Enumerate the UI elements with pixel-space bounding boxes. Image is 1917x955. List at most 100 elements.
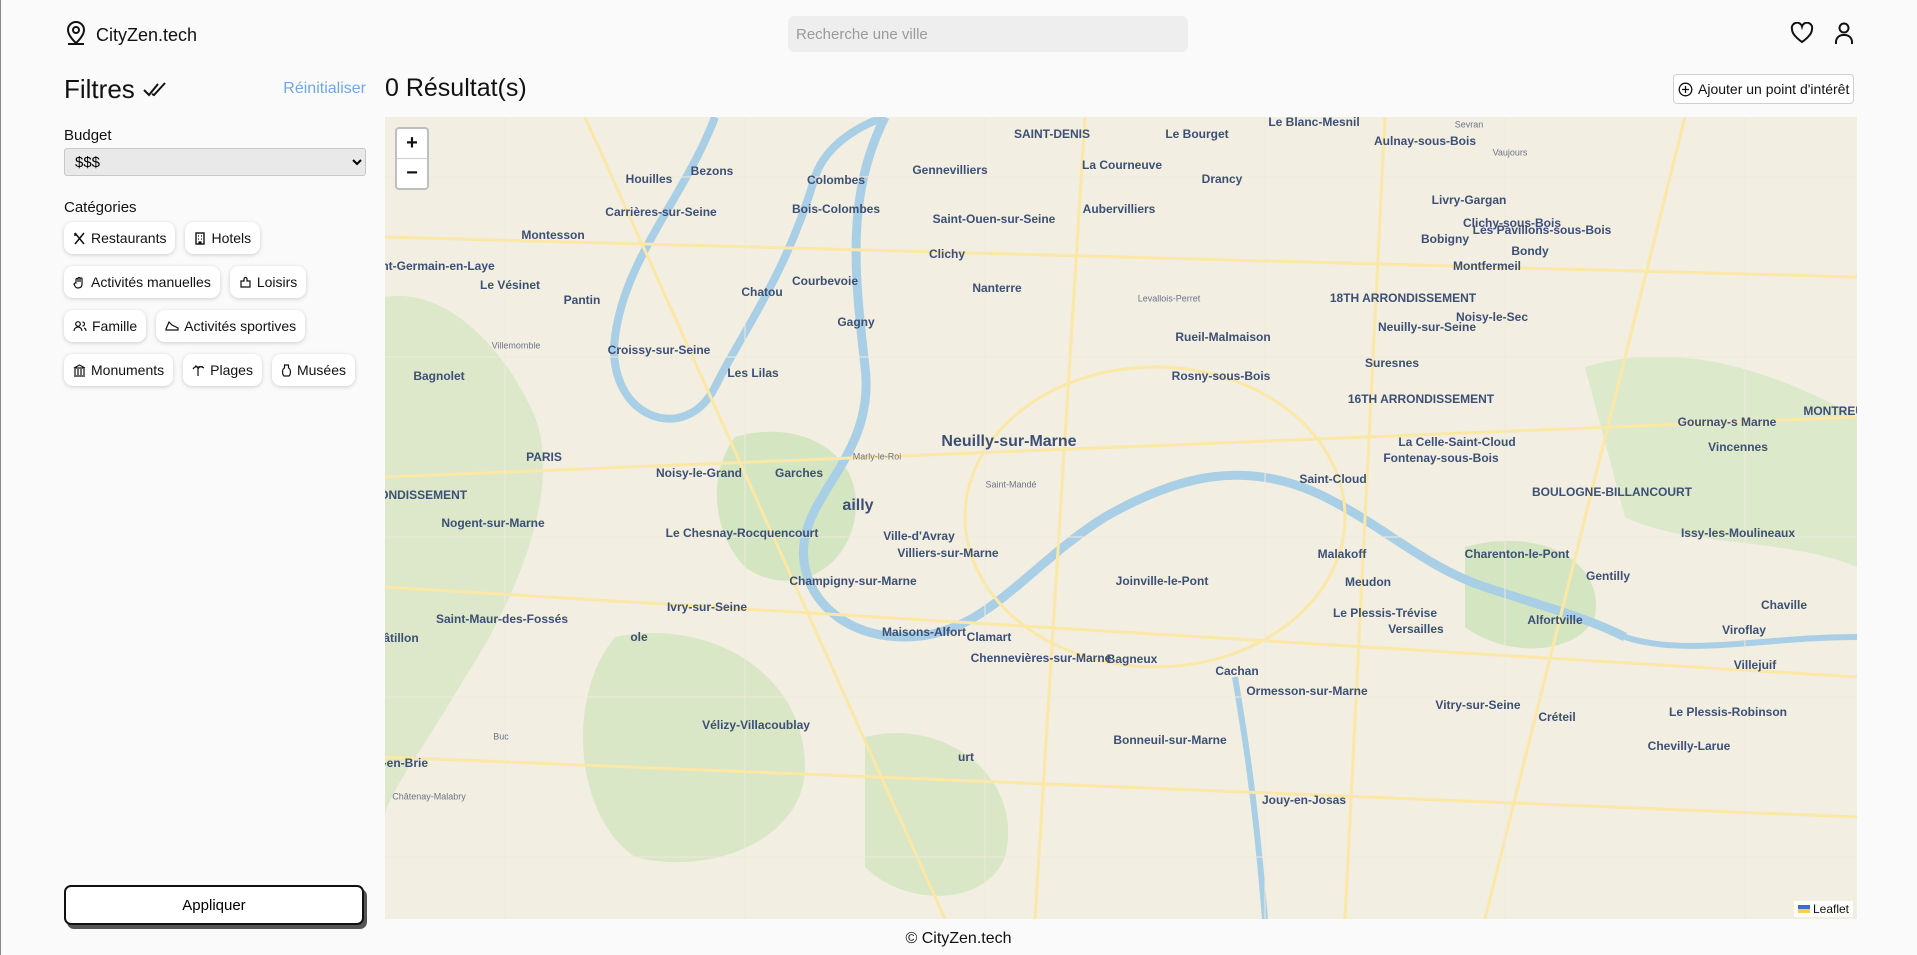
header-actions	[1789, 20, 1857, 46]
map-place-label: Ville-d'Avray	[883, 529, 955, 543]
user-icon[interactable]	[1831, 20, 1857, 46]
map-place-label: Jouy-en-Josas	[1261, 793, 1347, 807]
map-place-label: Maisons-Alfort	[882, 625, 966, 639]
map-place-label: Bagnolet	[413, 369, 465, 383]
map-place-label: Gentilly	[1585, 569, 1631, 583]
map-place-label: La Celle-Saint-Cloud	[1398, 435, 1516, 449]
footer-copyright: © CityZen.tech	[905, 930, 1012, 947]
map-place-label: Bobigny	[1421, 232, 1469, 246]
map-place-label: Suresnes	[1364, 356, 1420, 370]
map-place-label: Ormesson-sur-Marne	[1246, 684, 1368, 698]
map-place-label: Noisy-le-Grand	[655, 466, 743, 480]
map-place-label: Montesson	[521, 228, 585, 242]
chip-activites-manuelles[interactable]: Activités manuelles	[64, 266, 220, 298]
map-place-label: Aulnay-sous-Bois	[1373, 134, 1477, 148]
chip-plages[interactable]: Plages	[183, 354, 262, 386]
chip-label: Hotels	[211, 230, 252, 246]
map-place-label: Issy-les-Moulineaux	[1680, 526, 1796, 540]
palm-tree-icon	[192, 364, 205, 376]
map-place-label: Villiers-sur-Marne	[897, 546, 999, 560]
chip-activites-sportives[interactable]: Activités sportives	[156, 310, 306, 342]
map-place-label: Colombes	[806, 173, 866, 187]
chip-famille[interactable]: Famille	[64, 310, 147, 342]
map-place-label: BOULOGNE-BILLANCOURT	[1532, 485, 1692, 499]
map-place-label: Garches	[774, 466, 824, 480]
chip-label: Monuments	[91, 362, 165, 378]
map-place-label: Buc	[493, 731, 509, 742]
map-view[interactable]: + − SAINT-DENIS Le Bourget Le Blanc-Mesnil…	[385, 117, 1857, 919]
map-place-label: 18TH ARRONDISSEMENT	[1329, 291, 1477, 305]
map-place-label: Pantin	[563, 293, 601, 307]
hand-icon	[73, 276, 83, 289]
map-place-label: Ivry-sur-Seine	[666, 600, 748, 614]
zoom-control: + −	[395, 127, 429, 190]
map-place-label: Le Blanc-Mesnil	[1268, 117, 1360, 129]
map-place-label: Gournay-s Marne	[1677, 415, 1777, 429]
utensils-icon	[74, 232, 85, 244]
map-place-label: Vélizy-Villacoublay	[702, 718, 810, 732]
map-place-label: Nogent-sur-Marne	[441, 516, 545, 530]
map-place-label: Houilles	[625, 172, 673, 186]
map-place-label: Le Plessis-Trévise	[1332, 606, 1438, 620]
vase-icon	[281, 363, 292, 377]
map-place-label: Alfortville	[1527, 613, 1583, 627]
map-place-label: Bonneuil-sur-Marne	[1113, 733, 1227, 747]
results-title: 0 Résultat(s)	[385, 74, 527, 102]
map-place-label: Bois-Colombes	[791, 202, 881, 216]
map-place-label: PARIS	[526, 450, 562, 464]
map-place-label: Cachan	[1215, 664, 1259, 678]
map-place-label: Bezons	[690, 164, 734, 178]
map-place-label: Clichy-sous-Bois	[1462, 216, 1562, 230]
chip-hotels[interactable]: Hotels	[185, 222, 261, 254]
heart-icon[interactable]	[1789, 20, 1815, 46]
map-place-label: Saint-Maur-des-Fossés	[435, 612, 569, 626]
zoom-in-button[interactable]: +	[397, 129, 427, 158]
budget-select[interactable]: $$$	[64, 148, 366, 176]
map-place-label: La Courneuve	[1081, 158, 1163, 172]
map-tiles	[385, 117, 1857, 919]
chip-musees[interactable]: Musées	[271, 354, 355, 386]
map-place-label: Gennevilliers	[912, 163, 988, 177]
brand[interactable]: CityZen.tech	[64, 20, 197, 51]
map-place-label: Viroflay	[1722, 623, 1766, 637]
reset-filters-link[interactable]: Réinitialiser	[283, 80, 366, 98]
chip-monuments[interactable]: Monuments	[64, 354, 174, 386]
chip-label: Loisirs	[256, 274, 298, 290]
add-poi-button[interactable]: Ajouter un point d'intérêt	[1673, 74, 1855, 104]
map-place-label: urt	[958, 750, 974, 764]
map-place-label: Livry-Gargan	[1431, 193, 1507, 207]
brand-name: CityZen.tech	[96, 25, 198, 45]
users-icon	[73, 321, 87, 332]
map-place-label: Vaujours	[1492, 147, 1528, 158]
map-place-label: Champigny-sur-Marne	[789, 574, 917, 588]
add-poi-label: Ajouter un point d'intérêt	[1698, 81, 1850, 97]
map-place-label: Aubervilliers	[1082, 202, 1156, 216]
chip-loisirs[interactable]: Loisirs	[229, 266, 307, 298]
map-place-label: Neuilly-sur-Seine	[1377, 320, 1477, 334]
city-search-input[interactable]	[788, 16, 1188, 52]
map-place-label: Vincennes	[1708, 440, 1768, 454]
map-place-label: Montfermeil	[1452, 259, 1522, 273]
apply-button[interactable]: Appliquer	[64, 885, 364, 925]
ukraine-flag-icon	[1797, 905, 1810, 913]
budget-label: Budget	[64, 127, 112, 144]
filters-sidebar: Filtres Réinitialiser Budget $$$ Catégor…	[64, 72, 366, 932]
map-place-label: Saint-Mandé	[985, 479, 1037, 490]
map-place-label: Créteil	[1538, 710, 1576, 724]
map-place-label: Le Vésinet	[479, 278, 541, 292]
map-place-label: Chatou	[741, 285, 783, 299]
map-place-label: Versailles	[1388, 622, 1444, 636]
map-place-label: Châtenay-Malabry	[392, 791, 466, 802]
map-place-label: Drancy	[1201, 172, 1243, 186]
map-place-label: Bagneux	[1106, 652, 1158, 666]
map-place-label: 16TH ARRONDISSEMENT	[1347, 392, 1495, 406]
chip-restaurants[interactable]: Restaurants	[64, 222, 176, 254]
zoom-out-button[interactable]: −	[397, 158, 427, 188]
map-place-label: MONTREUIL	[1803, 404, 1857, 418]
map-place-label: 15TH ARRONDISSEMENT	[385, 488, 468, 502]
map-attribution[interactable]: Leaflet	[1793, 901, 1853, 917]
map-place-label: Le Plessis-Robinson	[1668, 705, 1788, 719]
map-place-label: Sucy-en-Brie	[385, 756, 429, 770]
sport-shoe-icon	[165, 320, 179, 331]
map-place-label: Villemomble	[491, 340, 541, 351]
